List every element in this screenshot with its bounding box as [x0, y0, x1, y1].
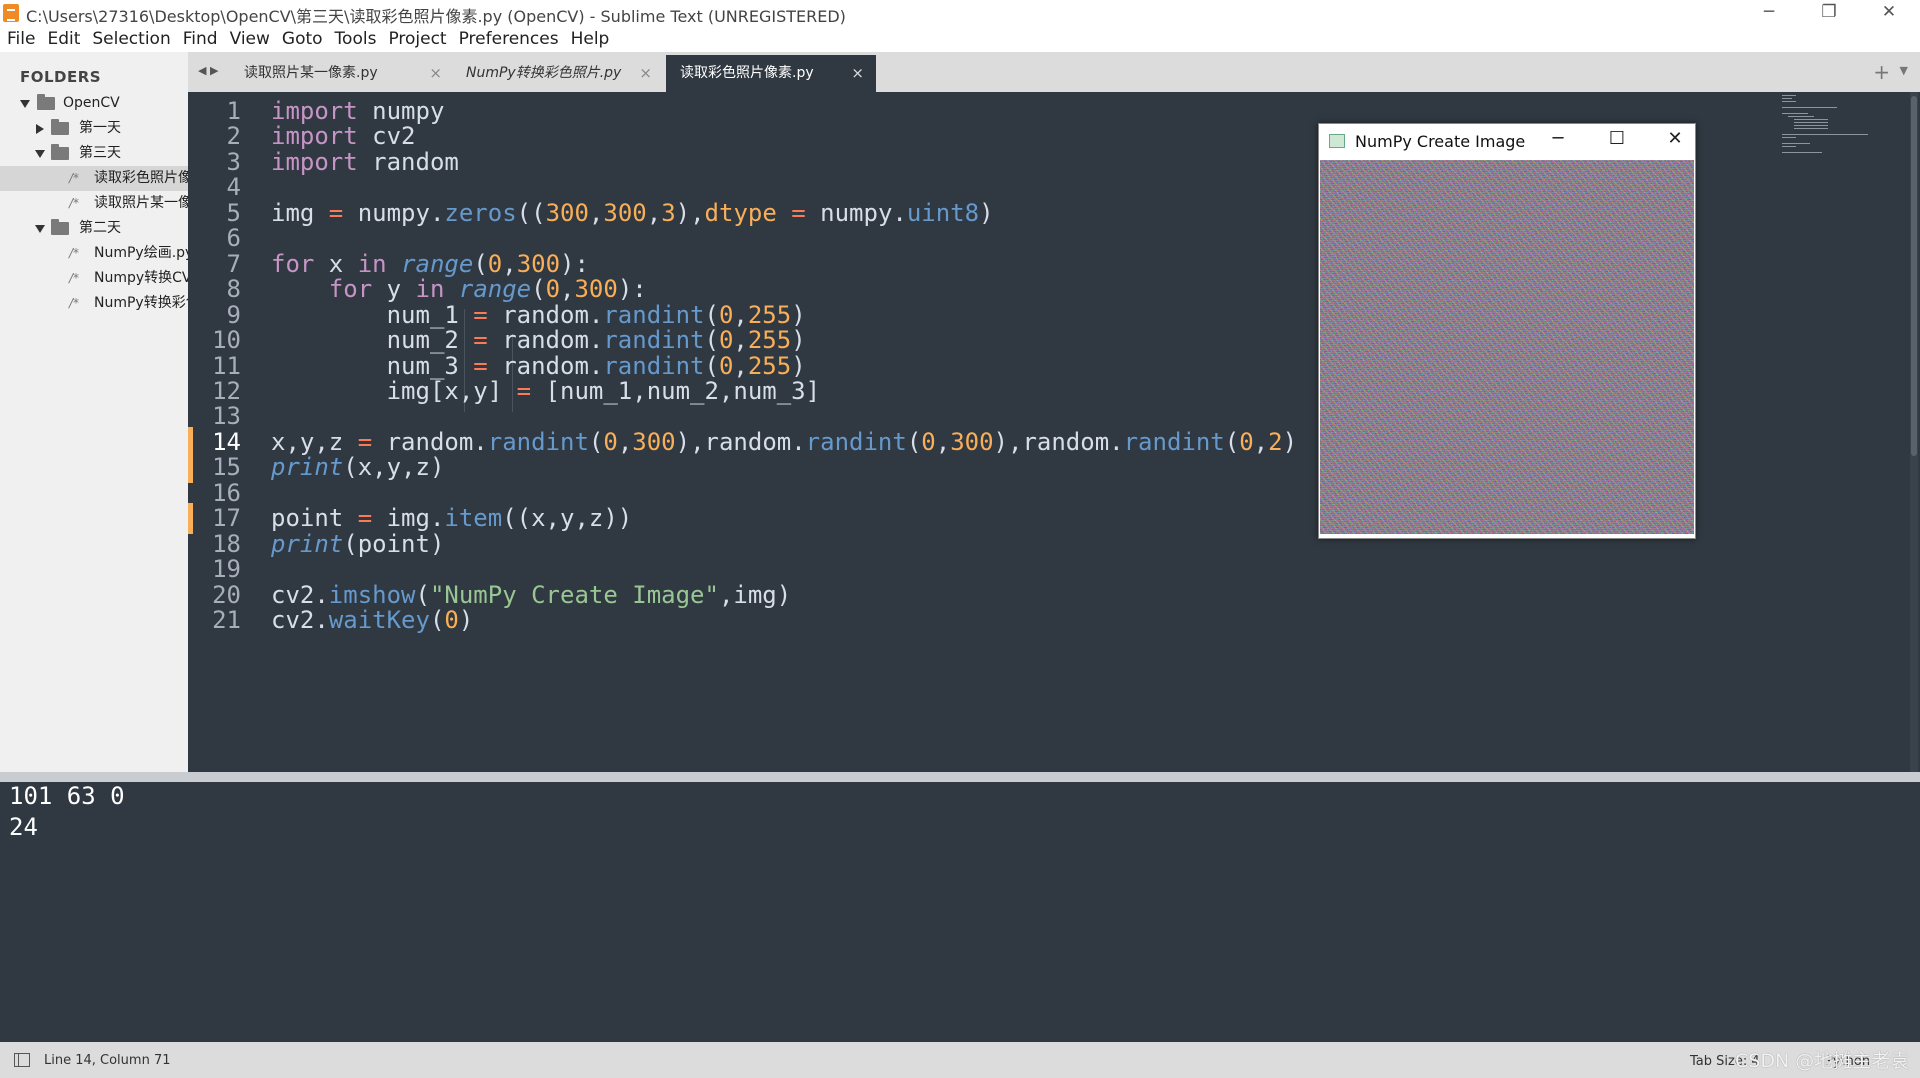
menu-tools[interactable]: Tools — [328, 26, 382, 49]
file-comment-icon: /* — [69, 271, 80, 285]
folder-open-icon — [51, 144, 69, 160]
window-title: C:\Users\27316\Desktop\OpenCV\第三天\读取彩色照片… — [26, 7, 846, 26]
toggle-panel-icon[interactable] — [14, 1053, 30, 1067]
sidebar-item-label: 读取彩色照片像素.py — [94, 170, 188, 186]
menu-project[interactable]: Project — [381, 26, 451, 49]
sidebar-item-label: NumPy绘画.py — [94, 245, 188, 261]
close-window-button[interactable]: ✕ — [1866, 0, 1912, 26]
code-line[interactable]: 21 cv2.waitKey(0) — [188, 605, 1898, 636]
tab-label: NumPy转换彩色照片.py — [466, 65, 622, 81]
sidebar-item-file[interactable]: /* NumPy转换彩色照片.py — [0, 291, 188, 316]
expand-arrow-icon[interactable] — [35, 225, 45, 233]
close-tab-icon[interactable]: × — [429, 55, 442, 91]
close-tab-icon[interactable]: × — [639, 55, 652, 91]
popup-minimize-button[interactable]: ─ — [1543, 128, 1573, 149]
window-titlebar: C:\Users\27316\Desktop\OpenCV\第三天\读取彩色照片… — [0, 0, 1920, 26]
popup-close-button[interactable]: ✕ — [1660, 128, 1690, 149]
line-number: 21 — [212, 606, 241, 634]
menu-find[interactable]: Find — [176, 26, 223, 49]
sidebar-item-day2[interactable]: 第二天 — [0, 216, 188, 241]
sidebar-item-file[interactable]: /* 读取照片某一像素.py — [0, 191, 188, 216]
panel-splitter[interactable] — [0, 772, 1920, 782]
sidebar-item-opencv[interactable]: OpenCV — [0, 91, 188, 116]
file-comment-icon: /* — [69, 196, 80, 210]
sidebar-item-file[interactable]: /* Numpy转换CV.py — [0, 266, 188, 291]
menu-goto[interactable]: Goto — [275, 26, 328, 49]
sidebar: FOLDERS OpenCV 第一天 第三天 /* 读取彩色照片像素.py /*… — [0, 52, 188, 772]
sidebar-item-label: OpenCV — [63, 95, 120, 111]
expand-arrow-icon[interactable] — [20, 100, 30, 108]
sidebar-item-file[interactable]: /* NumPy绘画.py — [0, 241, 188, 266]
folder-icon — [51, 119, 69, 135]
sidebar-item-day3[interactable]: 第三天 — [0, 141, 188, 166]
random-noise-image — [1320, 160, 1694, 534]
sidebar-item-label: 读取照片某一像素.py — [94, 195, 188, 211]
sidebar-item-label: Numpy转换CV.py — [94, 270, 188, 286]
menu-preferences[interactable]: Preferences — [452, 26, 564, 49]
status-bar: Line 14, Column 71 Tab Size: 4 Python CS… — [0, 1042, 1920, 1078]
folder-open-icon — [51, 219, 69, 235]
close-tab-icon[interactable]: × — [851, 55, 864, 91]
menu-edit[interactable]: Edit — [40, 26, 85, 49]
tab-label: 读取照片某一像素.py — [244, 65, 378, 81]
new-tab-plus-icon[interactable]: + — [1873, 60, 1890, 84]
code-text: cv2.waitKey(0) — [271, 606, 474, 634]
popup-title: NumPy Create Image — [1355, 132, 1526, 151]
menu-view[interactable]: View — [223, 26, 275, 49]
sidebar-item-label: 第三天 — [79, 145, 121, 161]
minimap[interactable] — [1782, 95, 1872, 155]
tab-list-dropdown-icon[interactable]: ▼ — [1900, 64, 1908, 77]
numpy-image-window[interactable]: NumPy Create Image ─ ☐ ✕ — [1318, 123, 1696, 539]
output-line: 24 — [9, 813, 38, 841]
tab-file-1[interactable]: 读取照片某一像素.py × — [232, 55, 454, 92]
file-comment-icon: /* — [69, 296, 80, 310]
sidebar-item-label: 第二天 — [79, 220, 121, 236]
file-comment-icon: /* — [69, 246, 80, 260]
tab-nav-arrows-icon[interactable]: ◀ ▶ — [198, 64, 218, 77]
menu-file[interactable]: File — [0, 26, 40, 49]
sidebar-item-file-current[interactable]: /* 读取彩色照片像素.py — [0, 166, 188, 191]
csdn-watermark: CSDN @地摊主老袁 — [1735, 1050, 1910, 1072]
tab-file-2[interactable]: NumPy转换彩色照片.py × — [454, 55, 664, 92]
sidebar-item-label: NumPy转换彩色照片.py — [94, 295, 188, 311]
expand-arrow-icon[interactable] — [35, 150, 45, 158]
collapse-arrow-icon[interactable] — [36, 124, 44, 134]
folder-open-icon — [37, 94, 55, 110]
tab-label: 读取彩色照片像素.py — [680, 65, 814, 81]
sidebar-item-label: 第一天 — [79, 120, 121, 136]
minimize-button[interactable]: ─ — [1746, 0, 1792, 26]
editor-scrollbar[interactable] — [1910, 92, 1918, 772]
folders-header: FOLDERS — [20, 68, 102, 86]
tab-bar: ◀ ▶ 读取照片某一像素.py × NumPy转换彩色照片.py × 读取彩色照… — [188, 52, 1920, 92]
menu-selection[interactable]: Selection — [85, 26, 175, 49]
tab-file-3-active[interactable]: 读取彩色照片像素.py × — [666, 55, 876, 92]
popup-maximize-button[interactable]: ☐ — [1602, 128, 1632, 149]
file-comment-icon: /* — [69, 171, 80, 185]
window-image-icon — [1329, 134, 1345, 148]
cursor-position: Line 14, Column 71 — [44, 1053, 171, 1068]
menu-help[interactable]: Help — [564, 26, 615, 49]
output-line: 101 63 0 — [9, 782, 125, 810]
sidebar-item-day1[interactable]: 第一天 — [0, 116, 188, 141]
restore-button[interactable]: ❐ — [1806, 0, 1852, 26]
editor-scrollbar-thumb[interactable] — [1911, 96, 1917, 456]
menu-bar: File Edit Selection Find View Goto Tools Projec… — [0, 26, 1920, 52]
sublime-app-icon — [3, 4, 19, 22]
build-output-panel: 101 63 0 24 — [0, 782, 1920, 1042]
